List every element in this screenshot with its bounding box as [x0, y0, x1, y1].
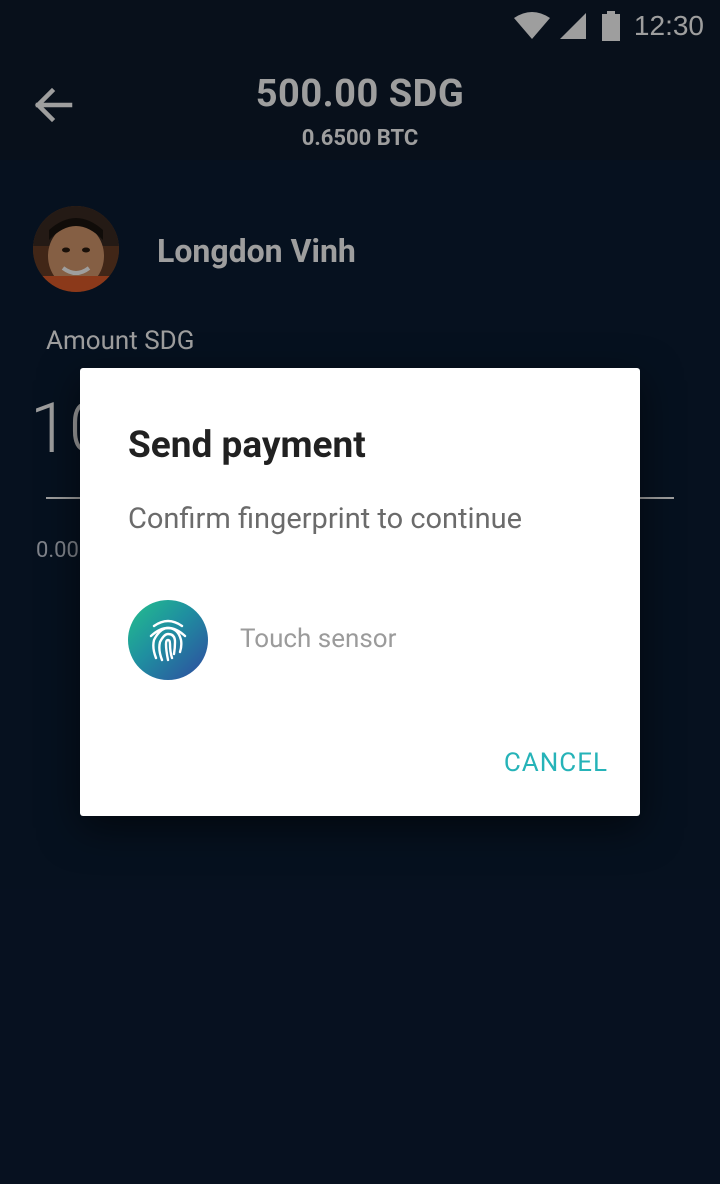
fingerprint-icon	[149, 619, 187, 662]
dialog-message: Confirm fingerprint to continue	[128, 502, 522, 536]
fingerprint-dialog: Send payment Confirm fingerprint to cont…	[80, 368, 640, 816]
fingerprint-badge	[128, 600, 208, 680]
dialog-title: Send payment	[128, 424, 366, 467]
cancel-button[interactable]: CANCEL	[504, 748, 608, 778]
touch-sensor-label: Touch sensor	[240, 624, 397, 654]
